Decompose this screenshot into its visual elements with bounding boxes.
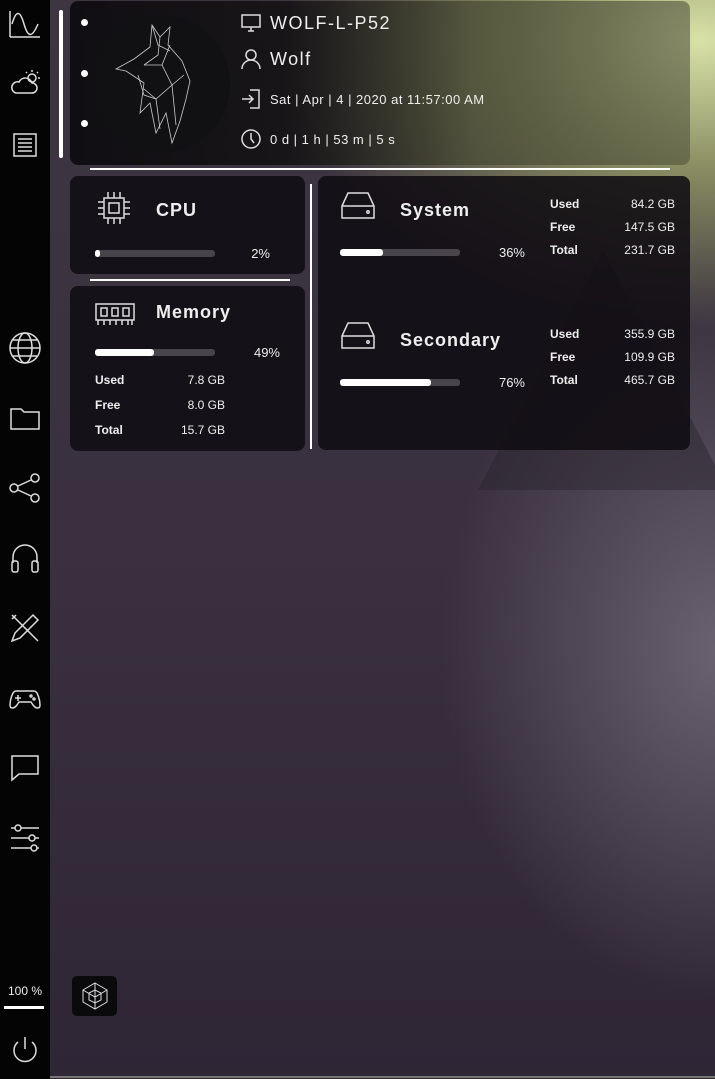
memory-used-label: Used (95, 373, 125, 387)
disk-used-label: Used (550, 327, 580, 341)
globe-icon[interactable] (7, 330, 43, 366)
username: Wolf (270, 48, 312, 69)
login-row: Sat | Apr | 4 | 2020 at 11:57:00 AM (240, 88, 485, 110)
disk-free-value: 147.5 GB (624, 220, 675, 234)
waveform-icon[interactable] (7, 6, 43, 42)
cpu-bar-fill (95, 250, 100, 257)
settings-sliders-icon[interactable] (7, 820, 43, 856)
cpu-title: CPU (156, 200, 198, 220)
disk-used-value: 355.9 GB (624, 327, 675, 341)
disk-bar-fill (340, 249, 384, 256)
cube-icon (82, 982, 107, 1010)
hostname: WOLF-L-P52 (270, 12, 392, 33)
cpu-bar (95, 250, 215, 257)
memory-free-label: Free (95, 398, 121, 412)
memory-title: Memory (156, 302, 232, 322)
disk-total-value: 465.7 GB (624, 373, 675, 387)
disk-total-label: Total (550, 373, 578, 387)
headphones-icon[interactable] (7, 540, 43, 576)
wolf-avatar (92, 15, 230, 153)
memory-percent: 49% (253, 345, 280, 360)
disk-title: Secondary (400, 330, 502, 350)
memory-panel: Memory 49% Used 7.8 GB Free 8.0 GB Total… (70, 286, 305, 451)
disk-percent: 36% (498, 245, 525, 260)
user-icon (241, 49, 261, 70)
memory-total-label: Total (95, 423, 123, 437)
app-launcher-button[interactable] (72, 976, 117, 1016)
cpu-percent: 2% (251, 246, 270, 261)
disk-free-label: Free (550, 220, 576, 234)
cpu-divider (90, 279, 290, 281)
disk-bar (340, 379, 460, 386)
disk-free-label: Free (550, 350, 576, 364)
header-divider (59, 10, 63, 158)
cpu-panel: CPU 2% (70, 176, 305, 274)
weather-icon[interactable] (7, 66, 43, 102)
header-underline (90, 168, 670, 170)
username-row: Wolf (240, 48, 312, 70)
monitor-icon (241, 14, 261, 32)
uptime: 0 d | 1 h | 53 m | 5 s (270, 131, 396, 147)
design-tools-icon[interactable] (7, 610, 43, 646)
folder-icon[interactable] (7, 400, 43, 436)
login-icon (242, 89, 260, 109)
memory-bar (95, 349, 215, 356)
disk-title: System (400, 200, 471, 220)
cpu-chip-icon (94, 190, 134, 231)
hard-drive-icon (338, 320, 378, 357)
disk-total-label: Total (550, 243, 578, 257)
chat-icon[interactable] (7, 750, 43, 786)
memory-used-value: 7.8 GB (187, 373, 225, 387)
login-time: Sat | Apr | 4 | 2020 at 11:57:00 AM (270, 91, 485, 107)
page-dot[interactable] (81, 70, 88, 77)
page-dot[interactable] (81, 120, 88, 127)
bottom-line (50, 1076, 715, 1078)
battery-label: 100 % (7, 984, 43, 998)
gamepad-icon[interactable] (7, 680, 43, 716)
page-dot[interactable] (81, 19, 88, 26)
share-icon[interactable] (7, 470, 43, 506)
user-info-panel: WOLF-L-P52 Wolf Sat | Apr | 4 | 2020 at … (70, 1, 690, 165)
disk-bar-fill (340, 379, 432, 386)
hard-drive-icon (338, 190, 378, 227)
storage-panel: System 36% Used 84.2 GB Free 147.5 GB Total… (318, 176, 690, 450)
memory-ram-icon (94, 300, 136, 333)
disk-free-value: 109.9 GB (624, 350, 675, 364)
memory-total-value: 15.7 GB (180, 423, 225, 437)
uptime-row: 0 d | 1 h | 53 m | 5 s (240, 128, 395, 150)
clock-icon (241, 129, 261, 149)
disk-used-value: 84.2 GB (630, 197, 675, 211)
memory-free-value: 8.0 GB (187, 398, 225, 412)
disk-total-value: 231.7 GB (624, 243, 675, 257)
hostname-row: WOLF-L-P52 (240, 12, 391, 34)
news-icon[interactable] (7, 126, 43, 162)
disk-percent: 76% (498, 375, 525, 390)
power-icon[interactable] (7, 1032, 43, 1068)
disk-used-label: Used (550, 197, 580, 211)
disk-bar (340, 249, 460, 256)
column-divider (310, 184, 312, 449)
battery-bar-fill (4, 1006, 44, 1009)
sidebar: 100 % (0, 0, 50, 1079)
battery-bar (4, 1006, 44, 1009)
memory-bar-fill (95, 349, 154, 356)
